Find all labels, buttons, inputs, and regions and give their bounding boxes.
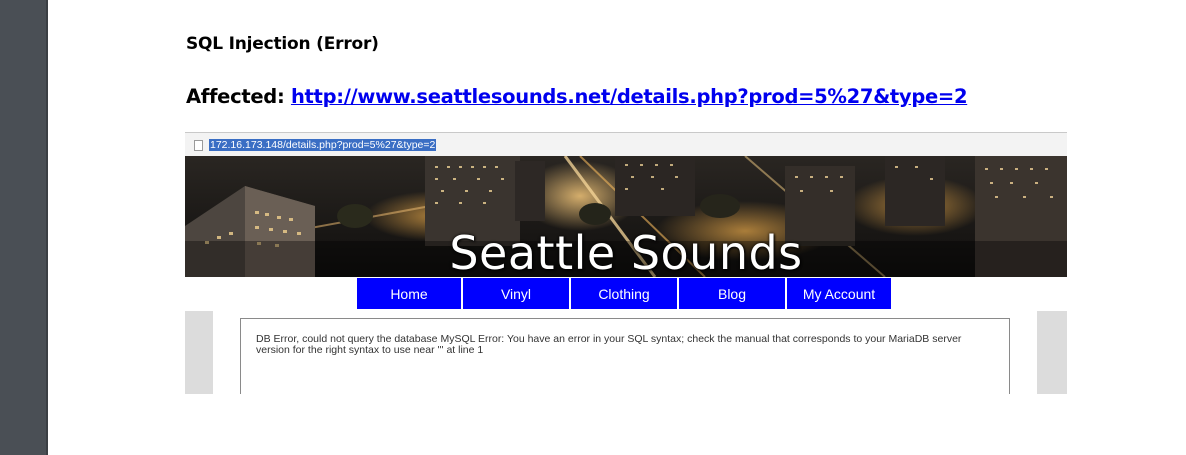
browser-address-bar[interactable]: 172.16.173.148/details.php?prod=5%27&typ… <box>185 132 1067 157</box>
nav-my-account[interactable]: My Account <box>787 278 891 309</box>
address-bar-url[interactable]: 172.16.173.148/details.php?prod=5%27&typ… <box>209 139 437 151</box>
affected-url-link[interactable]: http://www.seattlesounds.net/details.php… <box>291 85 968 108</box>
nav-clothing[interactable]: Clothing <box>571 278 677 309</box>
site-title: Seattle Sounds <box>449 226 803 277</box>
nav-home[interactable]: Home <box>357 278 461 309</box>
site-nav: Home Vinyl Clothing Blog My Account <box>357 278 893 309</box>
left-gutter <box>185 311 213 394</box>
right-gutter <box>1037 311 1067 394</box>
affected-label: Affected: <box>186 85 285 108</box>
nav-vinyl[interactable]: Vinyl <box>463 278 569 309</box>
evidence-screenshot: 172.16.173.148/details.php?prod=5%27&typ… <box>185 132 1067 394</box>
page-content: DB Error, could not query the database M… <box>185 311 1067 394</box>
finding-heading: SQL Injection (Error) <box>186 34 379 54</box>
nav-blog[interactable]: Blog <box>679 278 785 309</box>
sql-error-message: DB Error, could not query the database M… <box>256 333 962 356</box>
viewer-side-panel <box>0 0 48 455</box>
page-icon <box>194 140 203 151</box>
affected-line: Affected: http://www.seattlesounds.net/d… <box>186 85 968 108</box>
error-box: DB Error, could not query the database M… <box>240 318 1010 394</box>
site-banner: Seattle Sounds <box>185 156 1067 277</box>
